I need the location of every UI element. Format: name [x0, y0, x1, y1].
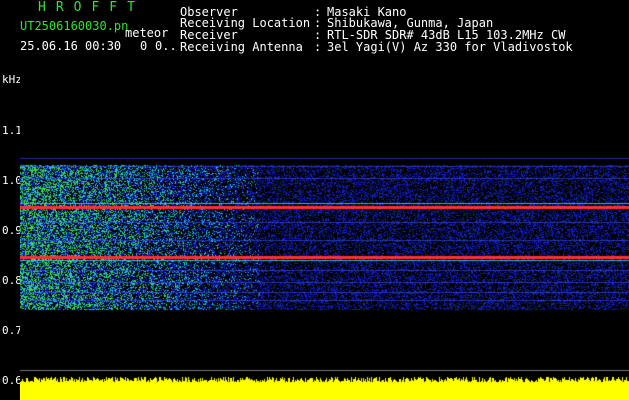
hrofft-screen: HROFFT UT2506160030.pn meteor 25.06.16 0… — [0, 0, 629, 400]
antenna-sep: : — [314, 40, 322, 54]
app-title: HROFFT — [38, 0, 145, 15]
freq-tick-label: 0.8 — [2, 274, 22, 287]
freq-tick-label: 1.1 — [2, 124, 22, 137]
meteor-tag: meteor — [125, 26, 169, 40]
spectrogram-waterfall — [20, 70, 629, 400]
timestamp: 25.06.16 00:30 — [20, 39, 122, 53]
meteor-count-extra: 0.. — [155, 39, 177, 53]
freq-tick-label: 0.7 — [2, 324, 22, 337]
antenna-value: 3el Yagi(V) Az 330 for Vladivostok — [327, 40, 573, 54]
freq-tick-label: 0.6 — [2, 374, 22, 387]
file-name: UT2506160030.pn — [20, 19, 129, 33]
antenna-label: Receiving Antenna — [180, 40, 303, 54]
meteor-count: 0 — [140, 39, 148, 53]
freq-unit-label: kHz — [2, 73, 22, 86]
freq-tick-label: 1.0 — [2, 174, 22, 187]
freq-tick-label: 0.9 — [2, 224, 22, 237]
